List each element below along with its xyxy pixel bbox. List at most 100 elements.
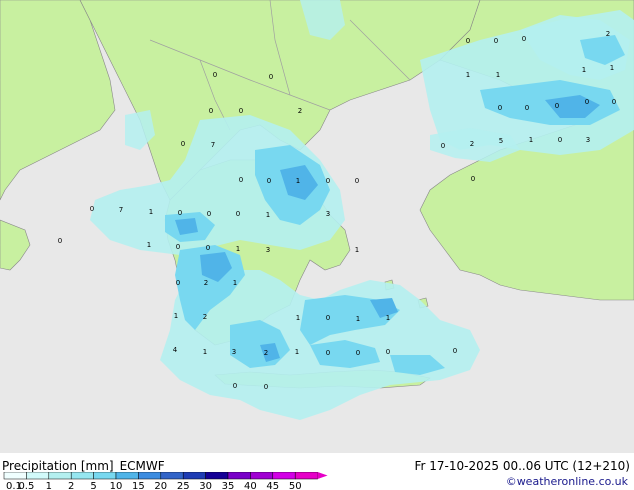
precip-value: 0 <box>612 98 616 106</box>
precip-value: 0 <box>555 102 559 110</box>
legend-swatch <box>182 472 206 480</box>
legend-label: 30 <box>199 481 212 490</box>
legend-swatch <box>3 472 27 480</box>
legend-swatch <box>115 472 139 480</box>
legend-swatch <box>227 472 251 480</box>
precip-value: 1 <box>610 64 614 72</box>
precip-value: 0 <box>453 347 457 355</box>
legend-swatch <box>272 472 296 480</box>
precip-value: 1 <box>356 315 360 323</box>
precip-value: 0 <box>441 142 445 150</box>
precipitation-map: 0 0 0 2 1 1 1 1 0 0 0 0 0 0 2 5 1 0 3 0 0 0 0 0 2 0 7 0 0 1 0 0 0 7 1 0 0 0 1 3… <box>0 0 634 468</box>
precip-value: 0 <box>178 209 182 217</box>
precip-value: 1 <box>266 211 270 219</box>
precip-value: 1 <box>466 71 470 79</box>
precip-value: 7 <box>211 141 215 149</box>
legend-label: 50 <box>289 481 302 490</box>
precip-value: 1 <box>203 348 207 356</box>
precip-value: 0 <box>525 104 529 112</box>
precip-value: 2 <box>204 279 208 287</box>
precip-value: 0 <box>90 205 94 213</box>
precip-value: 0 <box>522 35 526 43</box>
legend-label: 0.5 <box>18 481 34 490</box>
precip-value: 2 <box>470 140 474 148</box>
precip-value: 0 <box>181 140 185 148</box>
precip-value: 1 <box>147 241 151 249</box>
credit-link[interactable]: ©weatheronline.co.uk <box>506 475 628 488</box>
legend-label: 40 <box>244 481 257 490</box>
precip-value: 0 <box>494 37 498 45</box>
precip-value: 0 <box>269 73 273 81</box>
precip-value: 0 <box>471 175 475 183</box>
precip-value: 1 <box>496 71 500 79</box>
legend-swatch <box>70 472 94 480</box>
precip-value: 0 <box>466 37 470 45</box>
precip-value: 1 <box>296 314 300 322</box>
legend-swatch <box>48 472 72 480</box>
precip-value: 0 <box>386 348 390 356</box>
precip-value: 0 <box>585 98 589 106</box>
precip-value: 2 <box>203 313 207 321</box>
precip-value: 0 <box>233 382 237 390</box>
precip-value: 5 <box>499 137 503 145</box>
model-name: ECMWF <box>119 459 165 473</box>
precip-value: 0 <box>213 71 217 79</box>
precip-value: 0 <box>209 107 213 115</box>
precip-value: 1 <box>236 245 240 253</box>
precip-value: 0 <box>206 244 210 252</box>
legend-swatch <box>26 472 50 480</box>
precip-value: 1 <box>355 246 359 254</box>
colorbar-legend: 0.10.5 1 2 5 10 15 20 25 30 35 40 45 50 <box>3 472 328 490</box>
precip-value: 0 <box>176 243 180 251</box>
legend-swatch <box>93 472 117 480</box>
precip-value: 7 <box>119 206 123 214</box>
precip-value: 0 <box>176 279 180 287</box>
precip-value: 1 <box>233 279 237 287</box>
legend-label: 20 <box>154 481 167 490</box>
legend-swatch <box>205 472 229 480</box>
precip-value: 0 <box>326 177 330 185</box>
legend-label: 1 <box>46 481 52 490</box>
precip-value: 4 <box>173 346 178 354</box>
precip-value: 0 <box>236 210 240 218</box>
precip-value: 1 <box>296 177 300 185</box>
map-title: Precipitation [mm] ECMWF <box>2 459 165 473</box>
legend-label: 45 <box>266 481 279 490</box>
legend-label: 2 <box>68 481 74 490</box>
precip-value: 0 <box>498 104 502 112</box>
legend-label: 25 <box>177 481 190 490</box>
precip-value: 1 <box>174 312 178 320</box>
precip-value: 1 <box>295 348 299 356</box>
precip-value: 1 <box>582 66 586 74</box>
legend-swatch <box>138 472 162 480</box>
precip-value: 0 <box>326 349 330 357</box>
precip-value: 1 <box>386 314 390 322</box>
precip-value: 0 <box>326 314 330 322</box>
legend-swatch <box>160 472 184 480</box>
precip-value: 0 <box>239 107 243 115</box>
precip-value: 0 <box>267 177 271 185</box>
precip-value: 0 <box>355 177 359 185</box>
precip-value: 0 <box>558 136 562 144</box>
legend-label: 10 <box>110 481 123 490</box>
precip-value: 1 <box>529 136 533 144</box>
precip-value: 3 <box>586 136 590 144</box>
title-label: Precipitation [mm] <box>2 459 114 473</box>
legend-swatch <box>250 472 274 480</box>
precip-value: 3 <box>266 246 270 254</box>
legend-label: 35 <box>222 481 235 490</box>
precip-value: 2 <box>264 349 268 357</box>
precip-value: 3 <box>326 210 330 218</box>
precip-value: 2 <box>606 30 610 38</box>
precip-value: 0 <box>356 349 360 357</box>
precip-value: 0 <box>239 176 243 184</box>
precip-value: 3 <box>232 348 236 356</box>
legend-label: 5 <box>90 481 96 490</box>
precip-value: 2 <box>298 107 302 115</box>
valid-time: Fr 17-10-2025 00..06 UTC (12+210) <box>414 459 630 473</box>
precip-value: 0 <box>58 237 62 245</box>
legend-label: 15 <box>132 481 145 490</box>
precip-value: 0 <box>207 210 211 218</box>
legend-swatch <box>294 472 318 480</box>
precip-value: 1 <box>149 208 153 216</box>
